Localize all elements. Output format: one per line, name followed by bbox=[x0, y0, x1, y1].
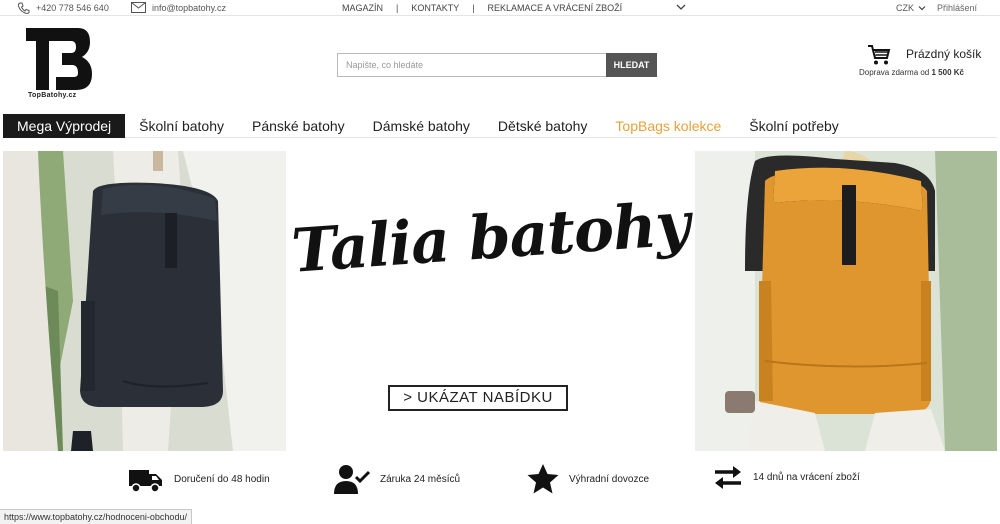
menu-item-mega-vyprodej[interactable]: Mega Výprodej bbox=[3, 113, 126, 138]
show-offer-button[interactable]: > UKÁZAT NABÍDKU bbox=[388, 385, 568, 411]
cart-label[interactable]: Prázdný košík bbox=[906, 47, 981, 61]
search-button[interactable]: HLEDAT bbox=[606, 53, 657, 77]
truck-icon bbox=[129, 470, 162, 493]
phone-icon bbox=[17, 2, 30, 14]
top-bar: +420 778 546 640 info@topbatohy.cz MAGAZ… bbox=[0, 0, 1000, 16]
search-bar: HLEDAT bbox=[337, 53, 657, 77]
logo-wordmark: TopBatohy.cz bbox=[28, 92, 77, 99]
menu-item-panske-batohy[interactable]: Pánské batohy bbox=[238, 114, 359, 138]
divider: | bbox=[472, 3, 475, 13]
navy-backpack-photo bbox=[3, 151, 286, 451]
user-check-icon bbox=[334, 465, 370, 494]
hero-banner[interactable]: Talia batohy > UKÁZAT NABÍDKU bbox=[3, 151, 997, 451]
benefit-importer-label: Výhradní dovozce bbox=[569, 473, 650, 485]
benefit-delivery: Doručení do 48 hodin bbox=[128, 464, 270, 494]
exchange-icon bbox=[715, 466, 741, 489]
currency-select[interactable]: CZK bbox=[896, 3, 926, 13]
chevron-down-icon[interactable] bbox=[676, 2, 686, 12]
login-link[interactable]: Přihlášení bbox=[937, 3, 977, 13]
menu-item-skolni-batohy[interactable]: Školní batohy bbox=[125, 114, 238, 138]
currency-value: CZK bbox=[896, 3, 914, 13]
banner-title: Talia batohy bbox=[289, 189, 692, 287]
benefit-returns-label: 14 dnů na vrácení zboží bbox=[753, 471, 860, 483]
cart-icon[interactable] bbox=[867, 44, 891, 66]
benefit-importer: Výhradní dovozce bbox=[527, 464, 649, 494]
top-nav-magazin[interactable]: MAGAZÍN bbox=[342, 3, 383, 13]
top-nav: MAGAZÍN | KONTAKTY | REKLAMACE A VRÁCENÍ… bbox=[342, 3, 622, 13]
top-nav-kontakty[interactable]: KONTAKTY bbox=[411, 3, 459, 13]
phone-number: +420 778 546 640 bbox=[36, 3, 109, 13]
star-icon bbox=[527, 464, 559, 494]
benefits-bar: Doručení do 48 hodin Záruka 24 měsíců Vý… bbox=[0, 458, 1000, 504]
menu-item-topbags-kolekce[interactable]: TopBags kolekce bbox=[601, 114, 735, 138]
benefit-returns: 14 dnů na vrácení zboží bbox=[713, 464, 860, 490]
browser-status-url: https://www.topbatohy.cz/hodnoceni-obcho… bbox=[0, 509, 192, 524]
email-address: info@topbatohy.cz bbox=[152, 2, 227, 13]
topbatohy-logo[interactable] bbox=[26, 28, 92, 102]
email-contact[interactable]: info@topbatohy.cz bbox=[131, 2, 226, 13]
menu-item-damske-batohy[interactable]: Dámské batohy bbox=[359, 114, 484, 138]
menu-item-detske-batohy[interactable]: Dětské batohy bbox=[484, 114, 602, 138]
orange-backpack-photo bbox=[695, 151, 997, 451]
chevron-down-icon bbox=[918, 6, 926, 11]
phone-contact[interactable]: +420 778 546 640 bbox=[17, 2, 109, 14]
free-shipping-note: Doprava zdarma od 1 500 Kč bbox=[859, 68, 964, 77]
shipping-amount: 1 500 Kč bbox=[931, 68, 964, 77]
top-nav-reklamace[interactable]: REKLAMACE A VRÁCENÍ ZBOŽÍ bbox=[488, 3, 623, 13]
shipping-prefix: Doprava zdarma od bbox=[859, 68, 930, 77]
main-menu: Mega Výprodej Školní batohy Pánské batoh… bbox=[3, 113, 997, 138]
search-input[interactable] bbox=[337, 53, 606, 77]
menu-item-skolni-potreby[interactable]: Školní potřeby bbox=[735, 114, 853, 138]
benefit-delivery-label: Doručení do 48 hodin bbox=[174, 473, 270, 485]
benefit-warranty-label: Záruka 24 měsíců bbox=[380, 473, 461, 485]
benefit-warranty: Záruka 24 měsíců bbox=[334, 464, 460, 494]
divider: | bbox=[396, 3, 399, 13]
mail-icon bbox=[131, 2, 146, 13]
